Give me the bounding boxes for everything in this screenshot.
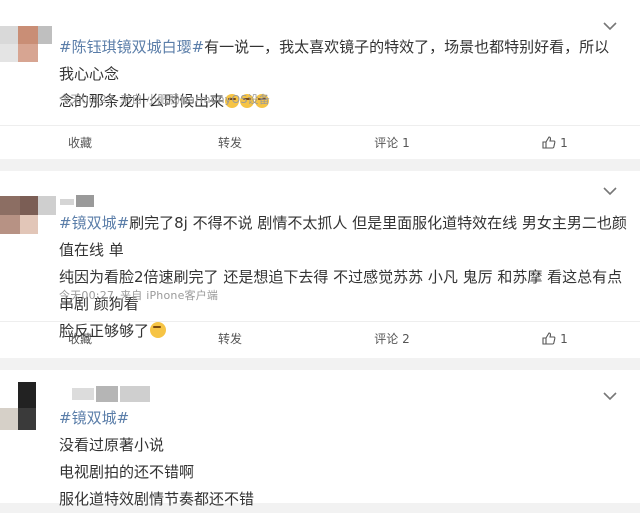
collect-button[interactable]: 收藏 <box>0 126 160 160</box>
hashtag-link[interactable]: #镜双城# <box>59 409 129 427</box>
post-card: #镜双城# 没看过原著小说 电视剧拍的还不错啊 服化道特效剧情节奏都还不错 <box>0 370 640 508</box>
like-button[interactable]: 1 <box>475 126 635 160</box>
hashtag-link[interactable]: #镜双城# <box>59 214 129 232</box>
collect-button[interactable]: 收藏 <box>0 322 160 356</box>
post-source: 来自 小肥肠HarmonyOS设备 <box>120 93 270 106</box>
post-card: #镜双城#刷完了8j 不得不说 剧情不太抓人 但是里面服化道特效在线 男女主男二… <box>0 171 640 358</box>
post-meta: 今天00:27 来自 iPhone客户端 <box>59 287 224 303</box>
avatar[interactable] <box>0 26 58 62</box>
repost-button[interactable]: 转发 <box>150 322 310 356</box>
chevron-down-icon[interactable] <box>602 20 618 32</box>
chevron-down-icon[interactable] <box>602 390 618 402</box>
username[interactable] <box>62 384 152 404</box>
avatar[interactable] <box>0 382 58 430</box>
post-text: #镜双城# 没看过原著小说 电视剧拍的还不错啊 服化道特效剧情节奏都还不错 <box>59 409 255 508</box>
hashtag-link[interactable]: #陈钰琪镜双城白璎# <box>59 38 204 56</box>
post-time: 今天00:27 <box>59 93 115 106</box>
comment-button[interactable]: 评论 2 <box>312 322 472 356</box>
action-bar: 收藏 转发 评论 2 1 <box>0 321 640 356</box>
thumbs-up-icon <box>542 332 556 345</box>
username[interactable] <box>60 195 94 207</box>
post-source: 来自 iPhone客户端 <box>120 289 219 302</box>
comment-button[interactable]: 评论 1 <box>312 126 472 160</box>
repost-button[interactable]: 转发 <box>150 126 310 160</box>
post-time: 今天00:27 <box>59 289 115 302</box>
chevron-down-icon[interactable] <box>602 185 618 197</box>
post-card: #陈钰琪镜双城白璎#有一说一，我太喜欢镜子的特效了，场景也都特别好看，所以我心心… <box>0 0 640 159</box>
like-button[interactable]: 1 <box>475 322 635 356</box>
thumbs-up-icon <box>542 136 556 149</box>
action-bar: 收藏 转发 评论 1 1 <box>0 125 640 160</box>
avatar[interactable] <box>0 196 58 234</box>
post-meta: 今天00:27 来自 小肥肠HarmonyOS设备 <box>59 91 276 107</box>
